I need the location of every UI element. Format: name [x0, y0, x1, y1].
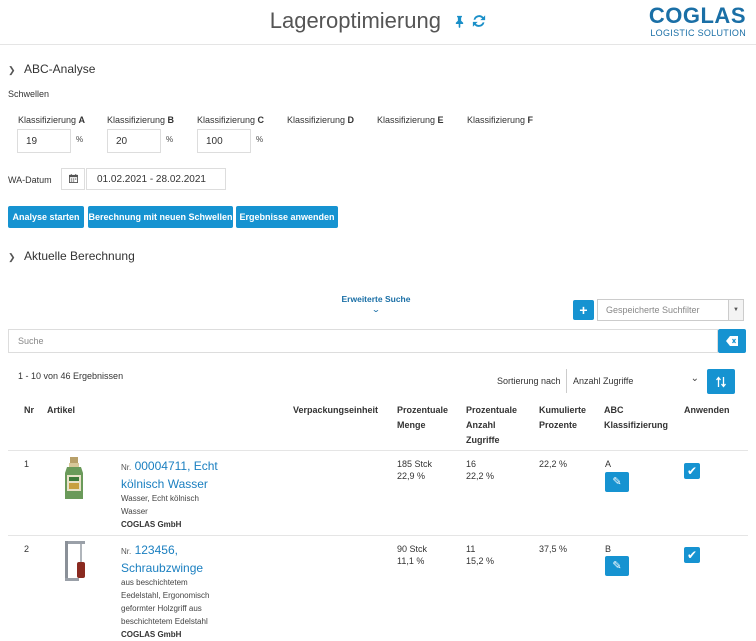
- row-nr: 1: [24, 459, 30, 469]
- sort-label: Sortierung nach: [497, 376, 561, 386]
- chevron-down-icon: ❯: [8, 65, 16, 75]
- apply-checkbox[interactable]: ✔: [684, 463, 700, 479]
- search-input[interactable]: Suche: [8, 329, 718, 353]
- col-cumulative: Kumulierte Prozente: [539, 405, 587, 430]
- header-divider: [0, 44, 756, 45]
- product-image: [62, 457, 86, 501]
- product-image: [62, 540, 88, 584]
- sort-arrows-icon: [715, 376, 727, 388]
- saved-filter-select[interactable]: Gespeicherte Suchfilter ▼: [597, 299, 744, 321]
- class-b-input[interactable]: 20: [107, 129, 161, 153]
- apply-results-button[interactable]: Ergebnisse anwenden: [236, 206, 338, 228]
- chevron-down-icon: ⌄: [690, 373, 699, 384]
- article-link-name[interactable]: kölnisch Wasser: [121, 476, 241, 492]
- article-company: COGLAS GmbH: [121, 630, 182, 639]
- check-icon: ✔: [686, 548, 698, 562]
- class-e-label: Klassifizierung E: [377, 115, 444, 125]
- article-desc-line: Wasser, Echt kölnisch: [121, 494, 199, 503]
- class-c-label: Klassifizierung C: [197, 115, 265, 125]
- refresh-icon[interactable]: [472, 15, 486, 32]
- class-f-label: Klassifizierung F: [467, 115, 534, 125]
- class-a-input[interactable]: 19: [17, 129, 71, 153]
- result-count: 1 - 10 von 46 Ergebnissen: [18, 371, 124, 381]
- article-info: Nr. 123456, Schraubzwinge aus beschichte…: [121, 542, 241, 641]
- table-row: 1 Nr. 00004711, Echt kölnisch Wasser Was…: [0, 451, 756, 535]
- class-a-unit: %: [76, 135, 84, 144]
- pencil-icon: ✎: [612, 476, 622, 488]
- article-link-name[interactable]: Schraubzwinge: [121, 560, 241, 576]
- abc-class-value: A: [605, 459, 612, 469]
- pct-qty-cell: 90 Stck 11,1 %: [397, 544, 428, 566]
- wa-date-input[interactable]: 01.02.2021 - 28.02.2021: [86, 168, 226, 190]
- table-row: 2 Nr. 123456, Schraubzwinge aus beschich…: [0, 536, 756, 640]
- pencil-icon: ✎: [612, 560, 622, 572]
- article-desc-line: geformter Holzgriff aus: [121, 604, 202, 613]
- article-company: COGLAS GmbH: [121, 520, 182, 529]
- advanced-search-toggle[interactable]: Erweiterte Suche ⌄: [331, 294, 421, 316]
- class-c-input[interactable]: 100: [197, 129, 251, 153]
- article-link[interactable]: Nr. 00004711, Echt: [121, 458, 241, 476]
- calendar-icon[interactable]: [61, 168, 85, 190]
- check-icon: ✔: [686, 464, 698, 478]
- edit-class-button[interactable]: ✎: [605, 472, 629, 492]
- article-desc-line: beschichtetem Edelstahl: [121, 617, 208, 626]
- thresholds-label: Schwellen: [8, 89, 50, 99]
- chevron-down-icon: ❯: [8, 252, 16, 262]
- page-title: Lageroptimierung: [269, 8, 441, 33]
- class-b-unit: %: [166, 135, 174, 144]
- class-c-unit: %: [256, 135, 264, 144]
- cumulative-cell: 37,5 %: [539, 544, 568, 554]
- class-d-label: Klassifizierung D: [287, 115, 355, 125]
- article-desc-line: Wasser: [121, 507, 148, 516]
- wa-date-label: WA-Datum: [8, 175, 52, 185]
- pin-icon[interactable]: [453, 15, 470, 32]
- abc-class-value: B: [605, 544, 612, 554]
- eraser-icon: [726, 335, 738, 346]
- start-analysis-button[interactable]: Analyse starten: [8, 206, 84, 228]
- article-info: Nr. 00004711, Echt kölnisch Wasser Wasse…: [121, 458, 241, 531]
- col-article: Artikel: [47, 405, 76, 415]
- col-apply: Anwenden: [684, 405, 730, 415]
- pct-qty-cell: 185 Stck 22,9 %: [397, 459, 433, 481]
- col-pct-hits: Prozentuale Anzahl Zugriffe: [466, 405, 518, 445]
- class-b-label: Klassifizierung B: [107, 115, 175, 125]
- recalculate-button[interactable]: Berechnung mit neuen Schwellen: [88, 206, 233, 228]
- class-a-label: Klassifizierung A: [18, 115, 86, 125]
- caret-down-icon: ▼: [728, 300, 743, 320]
- plus-icon: +: [579, 302, 588, 318]
- add-filter-button[interactable]: +: [573, 300, 594, 320]
- current-section-toggle[interactable]: ❯ Aktuelle Berechnung: [8, 249, 135, 263]
- article-desc-line: Eedelstahl, Ergonomisch: [121, 591, 210, 600]
- col-pack-unit: Verpackungseinheit: [293, 405, 379, 415]
- col-pct-qty: Prozentuale Menge: [397, 405, 449, 430]
- pct-hits-cell: 16 22,2 %: [466, 459, 495, 481]
- abc-section-toggle[interactable]: ❯ ABC-Analyse: [8, 62, 95, 76]
- edit-class-button[interactable]: ✎: [605, 556, 629, 576]
- pct-hits-cell: 11 15,2 %: [466, 544, 495, 566]
- apply-checkbox[interactable]: ✔: [684, 547, 700, 563]
- col-nr: Nr: [24, 405, 35, 415]
- row-nr: 2: [24, 544, 30, 554]
- cumulative-cell: 22,2 %: [539, 459, 568, 469]
- sort-direction-button[interactable]: [707, 369, 735, 394]
- col-abc-class: ABC Klassifizierung: [604, 405, 669, 430]
- article-link[interactable]: Nr. 123456,: [121, 542, 241, 560]
- coglas-logo: COGLAS LOGISTIC SOLUTION: [648, 3, 746, 39]
- article-desc-line: aus beschichtetem: [121, 578, 188, 587]
- clear-search-button[interactable]: [718, 329, 746, 353]
- chevron-down-icon: ⌄: [371, 305, 381, 314]
- sort-select[interactable]: Anzahl Zugriffe ⌄: [566, 369, 703, 393]
- page-title-bar: Lageroptimierung: [0, 8, 756, 34]
